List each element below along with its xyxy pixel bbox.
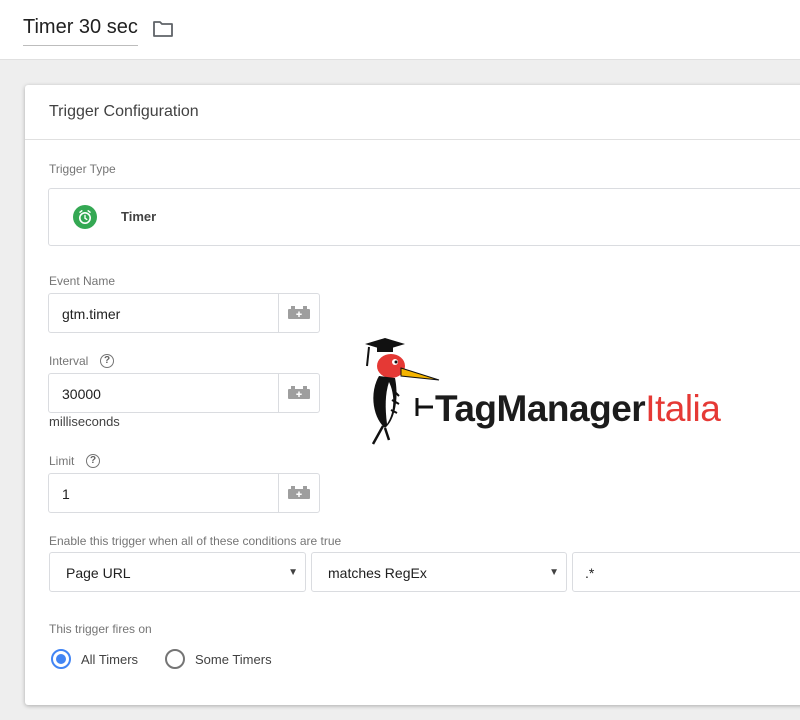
- dropdown-arrow-icon: ▼: [549, 567, 559, 578]
- condition-variable-select[interactable]: Page URL ▼: [49, 552, 306, 592]
- alarm-clock-icon: [73, 205, 97, 229]
- trigger-name-input[interactable]: Timer 30 sec: [23, 16, 138, 46]
- condition-value: .*: [585, 565, 595, 581]
- condition-variable-value: Page URL: [66, 565, 131, 581]
- event-name-label: Event Name: [49, 274, 116, 288]
- tagmanageritalia-logo: TagManagerItalia: [355, 338, 765, 448]
- interval-value: 30000: [62, 386, 101, 402]
- variable-brick-icon: [288, 486, 310, 499]
- interval-field[interactable]: 30000: [48, 373, 320, 413]
- all-timers-label: All Timers: [81, 652, 139, 667]
- limit-help-icon[interactable]: ?: [86, 454, 100, 468]
- trigger-type-label: Trigger Type: [49, 162, 116, 176]
- variable-picker-button[interactable]: [278, 294, 319, 332]
- variable-picker-button[interactable]: [278, 374, 319, 412]
- logo-text-italia: Italia: [645, 388, 721, 429]
- trigger-type-value: Timer: [121, 209, 157, 224]
- card-title: Trigger Configuration: [25, 85, 800, 140]
- variable-picker-button[interactable]: [278, 474, 319, 512]
- interval-unit: milliseconds: [49, 414, 120, 429]
- variable-brick-icon: [288, 306, 310, 319]
- top-bar: Timer 30 sec: [0, 0, 800, 60]
- condition-value-input[interactable]: .*: [572, 552, 800, 592]
- logo-text-tagmanager: TagManager: [435, 388, 646, 429]
- dropdown-arrow-icon: ▼: [288, 567, 298, 578]
- some-timers-label: Some Timers: [195, 652, 272, 667]
- event-name-value: gtm.timer: [62, 306, 121, 322]
- folder-icon[interactable]: [152, 19, 174, 39]
- trigger-type-selector[interactable]: Timer: [48, 188, 800, 246]
- interval-help-icon[interactable]: ?: [100, 354, 114, 368]
- event-name-field[interactable]: gtm.timer: [48, 293, 320, 333]
- some-timers-radio[interactable]: [165, 649, 185, 669]
- limit-value: 1: [62, 486, 70, 502]
- condition-operator-value: matches RegEx: [328, 565, 427, 581]
- woodpecker-mascot-icon: [365, 338, 440, 445]
- fires-on-label: This trigger fires on: [49, 622, 152, 636]
- interval-label: Interval: [49, 354, 89, 368]
- condition-operator-select[interactable]: matches RegEx ▼: [311, 552, 567, 592]
- logo-wordmark: TagManagerItalia: [435, 388, 721, 430]
- variable-brick-icon: [288, 386, 310, 399]
- conditions-label: Enable this trigger when all of these co…: [49, 534, 342, 548]
- limit-label: Limit: [49, 454, 75, 468]
- limit-field[interactable]: 1: [48, 473, 320, 513]
- all-timers-radio[interactable]: [51, 649, 71, 669]
